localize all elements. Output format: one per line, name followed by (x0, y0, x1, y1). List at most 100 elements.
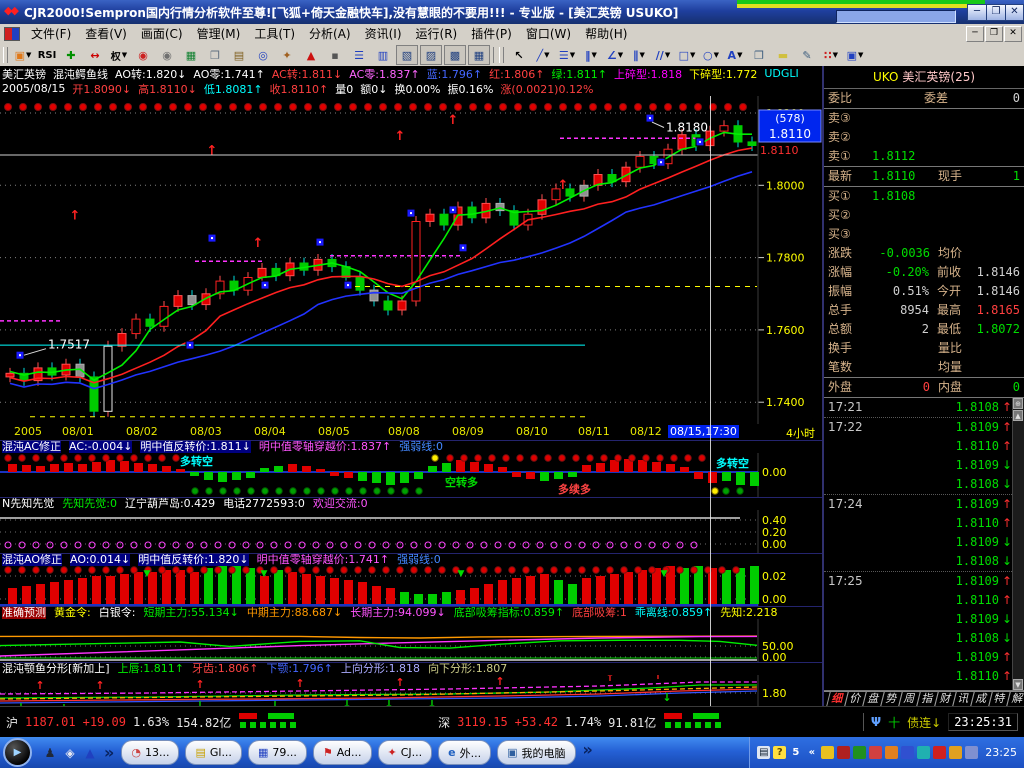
palette-icon[interactable]: ∷ ▼ (820, 45, 842, 65)
panel-label-segment: 底部吸筹:1 (572, 607, 627, 619)
mdi-restore-button[interactable]: ❐ (985, 26, 1003, 42)
panel-label-segment: 向下分形:1.807 (428, 663, 508, 675)
chart-column[interactable]: 美汇英镑 混沌鳄鱼线 AO转:1.820↓ AO零:1.741↑ AC转:1.811↓ A… (0, 66, 822, 711)
start-button[interactable]: ▶ (3, 738, 32, 767)
book-icon[interactable]: ▤ (228, 45, 250, 65)
task-button-79...[interactable]: ▦ 79... (247, 740, 307, 765)
menu-item-运行(R)[interactable]: 运行(R) (409, 25, 465, 43)
tools-hammer-icon[interactable]: ✦ (276, 45, 298, 65)
rsi-indicator-button[interactable]: RSI (36, 45, 58, 65)
tray-icon-4[interactable] (869, 746, 883, 759)
zoom-cross-icon[interactable]: ✚ (60, 45, 82, 65)
tray-icon-7[interactable] (917, 746, 931, 759)
copy-tool-icon[interactable]: ❐ (748, 45, 770, 65)
quick-launch-1[interactable]: ♟ (41, 743, 59, 763)
ellipse-tool-icon[interactable]: ○ ▼ (700, 45, 722, 65)
compress-icon[interactable]: ↔ (84, 45, 106, 65)
task-button-Ad...[interactable]: ⚑ Ad... (312, 740, 372, 765)
collapse-tray-icon[interactable]: « (805, 746, 818, 759)
search-magnifier-icon[interactable]: ◎ (252, 45, 274, 65)
quick-launch-3[interactable]: ▲ (81, 743, 99, 763)
menu-item-窗口(W)[interactable]: 窗口(W) (519, 25, 578, 43)
channel-lines-icon[interactable]: ∥ ▼ (628, 45, 650, 65)
indicator-panel-xzxj[interactable]: N先知先觉 先知先觉:0 辽宁葫芦岛:0.429 电话2772593:0 欢迎交流:0 0… (0, 497, 822, 553)
columns-icon[interactable]: ▥ (372, 45, 394, 65)
menu-item-查看(V)[interactable]: 查看(V) (78, 25, 134, 43)
tray-icon-2[interactable] (837, 746, 851, 759)
chart-window-4-icon[interactable]: ▦ (468, 45, 490, 65)
menu-item-文件(F)[interactable]: 文件(F) (24, 25, 78, 43)
chart-window-3-icon[interactable]: ▩ (444, 45, 466, 65)
indicator-panel-fx[interactable]: 混沌颚鱼分形[新加上] 上唇:1.811↑ 牙齿:1.806↑ 下颚:1.796↑ 上向… (0, 662, 822, 711)
task-button-Gl...[interactable]: ▤ Gl... (185, 740, 242, 765)
menu-item-帮助(H)[interactable]: 帮助(H) (578, 25, 634, 43)
quick-launch-2[interactable]: ◈ (61, 743, 79, 763)
indicator-panel-yczq[interactable]: 准确预测 黄金令: 白银令: 短期主力:55.134↓ 中期主力:88.687↓ 长期主力… (0, 606, 822, 662)
ask-row-1: 卖① 1.8112 (828, 149, 916, 163)
task-button-13...[interactable]: ◔ 13... (121, 740, 180, 765)
quick-launch-chevron[interactable]: » (104, 743, 114, 763)
sales-row: 1.8109 ↓ (955, 535, 1012, 549)
help-tray-icon[interactable]: ? (773, 746, 787, 759)
sales-scrollbar[interactable]: ⊕ ▲ ▼ (1012, 398, 1024, 690)
list-panel-icon[interactable]: ☰ (348, 45, 370, 65)
save-icon[interactable]: ▣ ▼ (844, 45, 866, 65)
alarm-bell-icon[interactable]: ▲ (300, 45, 322, 65)
quote-tab-解[interactable]: 解 (1006, 692, 1024, 706)
pen-lock-icon[interactable]: ✎ (796, 45, 818, 65)
close-button[interactable]: ✕ (1005, 4, 1024, 21)
sales-row: 17:24 1.8109 ↑ (824, 494, 1024, 514)
menu-item-画面(C)[interactable]: 画面(C) (134, 25, 190, 43)
trendline-icon[interactable]: ╱ ▼ (532, 45, 554, 65)
text-tool-icon[interactable]: A ▼ (724, 45, 746, 65)
indicator-panel-ao[interactable]: 混沌AO修正 AO:0.014↓ 明中值反转价:1.820↓ 明中值零轴穿越价:1.7… (0, 553, 822, 606)
gray-light-icon[interactable]: ◉ (156, 45, 178, 65)
tray-icon-10[interactable] (965, 746, 979, 759)
chart-window-1-icon[interactable]: ▧ (396, 45, 418, 65)
menu-item-资讯(I)[interactable]: 资讯(I) (358, 25, 409, 43)
task-button-CJ...[interactable]: ✦ CJ... (377, 740, 433, 765)
pointer-arrow-icon[interactable]: ↖ (508, 45, 530, 65)
vertical-lines-icon[interactable]: ‖ ▼ (580, 45, 602, 65)
mdi-close-button[interactable]: ✕ (1004, 26, 1022, 42)
percent-lines-icon[interactable]: ∕∕ ▼ (652, 45, 674, 65)
menu-item-插件(P)[interactable]: 插件(P) (464, 25, 519, 43)
task-button-我的电脑[interactable]: ▣ 我的电脑 (497, 740, 576, 765)
scroll-up-arrow[interactable]: ▲ (1013, 410, 1023, 421)
open-view-icon[interactable]: ▣ ▼ (12, 45, 34, 65)
tray-icon-5[interactable] (885, 746, 899, 759)
menu-item-工具(T)[interactable]: 工具(T) (247, 25, 302, 43)
menu-item-管理(M)[interactable]: 管理(M) (190, 25, 248, 43)
indicator-panel-ac[interactable]: 混沌AC修正 AC:-0.004↓ 明中值反转价:1.811↓ 明中值零轴穿越价:1.… (0, 440, 822, 497)
ime-number-badge[interactable]: 5 (789, 746, 802, 759)
scroll-target-icon[interactable]: ⊕ (1013, 398, 1023, 409)
indicator-panels[interactable]: 混沌AC修正 AC:-0.004↓ 明中值反转价:1.811↓ 明中值零轴穿越价:1.… (0, 440, 822, 711)
mdi-minimize-button[interactable]: ─ (966, 26, 984, 42)
task-buttons-chevron[interactable]: » (583, 740, 593, 765)
restore-button[interactable]: ❐ (986, 4, 1006, 21)
rights-button[interactable]: 权 ▼ (108, 45, 130, 65)
title-bar[interactable]: ◆◆ CJR2000!Sempron国内行情分析软件至尊![飞狐+倚天金融快车]… (0, 0, 1024, 24)
eraser-icon[interactable]: ▬ (772, 45, 794, 65)
time-sales-list[interactable]: 17:21 1.8108 ↑ 17:22 1.8109 ↑ 1.8110 ↑ 1.8109 ↓ 1.… (824, 398, 1024, 691)
gann-fan-icon[interactable]: ∠ ▼ (604, 45, 626, 65)
tray-icon-8[interactable] (933, 746, 947, 759)
panel-label-ao: 混沌AO修正 AO:0.014↓ 明中值反转价:1.820↓ 明中值零轴穿越价:1.7… (0, 554, 822, 566)
tray-icon-3[interactable] (853, 746, 867, 759)
minimize-button[interactable]: ─ (967, 4, 987, 21)
keyboard-tray-icon[interactable]: ▤ (757, 746, 771, 759)
tray-icon-9[interactable] (949, 746, 963, 759)
horizontal-lines-icon[interactable]: ☰ ▼ (556, 45, 578, 65)
calendar-31-icon[interactable]: ▦ (180, 45, 202, 65)
scroll-down-arrow[interactable]: ▼ (1013, 679, 1023, 690)
plug-icon[interactable]: ▪ (324, 45, 346, 65)
menu-item-分析(A)[interactable]: 分析(A) (302, 25, 358, 43)
rectangle-tool-icon[interactable]: □ ▼ (676, 45, 698, 65)
tray-icon-6[interactable] (901, 746, 915, 759)
chart-window-2-icon[interactable]: ▨ (420, 45, 442, 65)
copy-report-icon[interactable]: ❐ (204, 45, 226, 65)
tray-icon-1[interactable] (821, 746, 835, 759)
traffic-light-icon[interactable]: ◉ (132, 45, 154, 65)
task-button-外...[interactable]: e 外... (438, 740, 492, 765)
main-candlestick-chart[interactable]: 1.82001.80001.78001.76001.7400↑↑↑↑↑↑1.75… (0, 96, 822, 424)
